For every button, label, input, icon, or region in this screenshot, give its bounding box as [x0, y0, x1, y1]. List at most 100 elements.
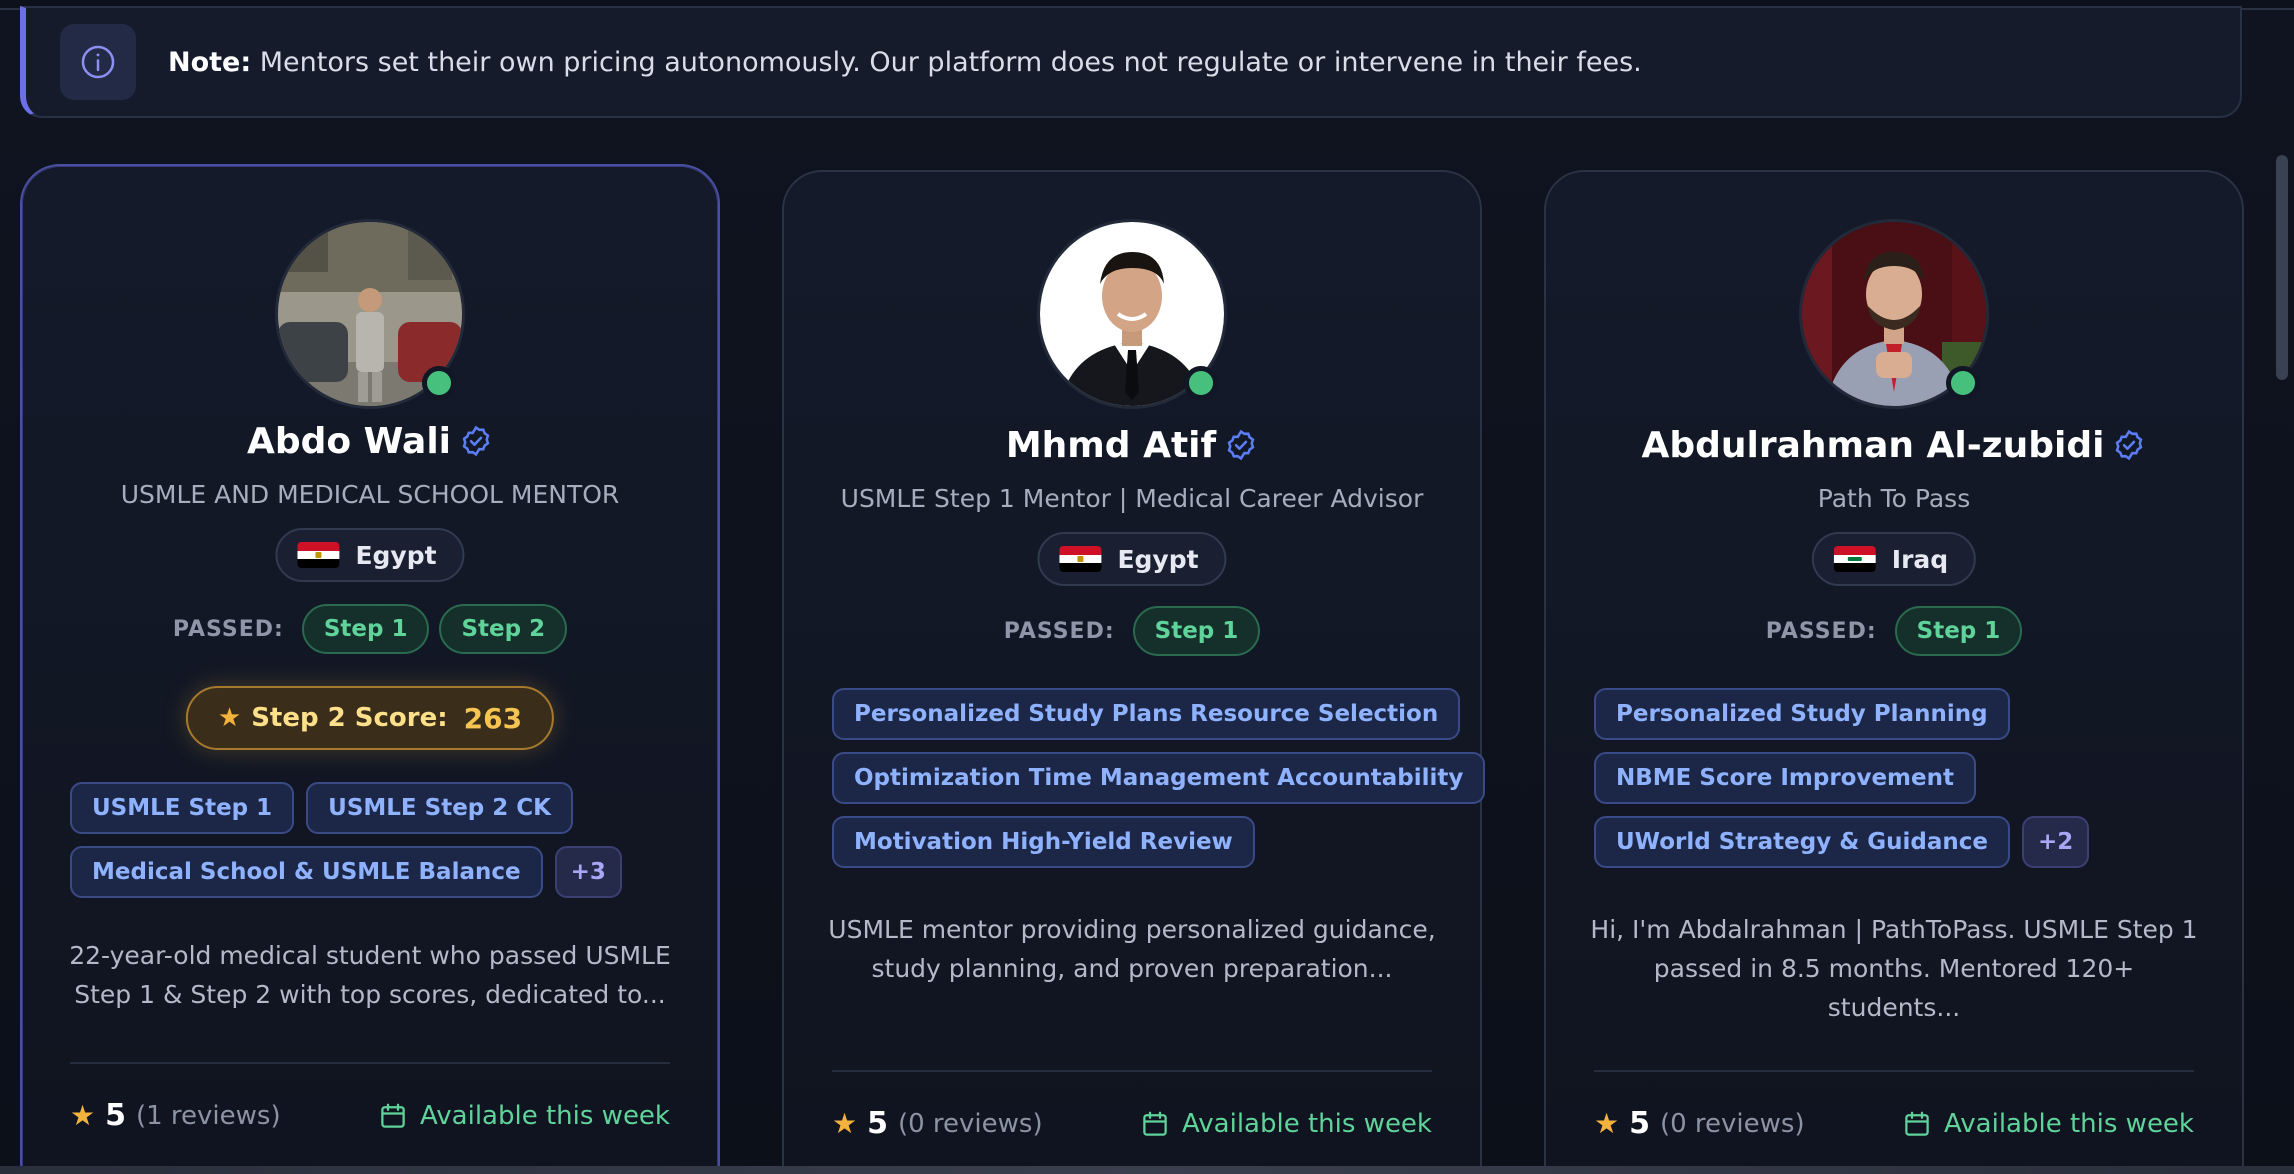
passed-steps: PASSED: Step 1 Step 2: [22, 604, 718, 654]
note-text: Note: Mentors set their own pricing auto…: [168, 47, 1642, 78]
mentor-name[interactable]: Mhmd Atif: [1006, 425, 1216, 466]
star-icon: ★: [832, 1107, 858, 1140]
bio-line: USMLE mentor providing personalized guid…: [828, 915, 1436, 944]
passed-label: PASSED:: [1765, 618, 1877, 644]
score-badge: ★ Step 2 Score: 263: [185, 686, 555, 750]
online-status-indicator: [422, 366, 456, 400]
score-label: Step 2 Score:: [251, 703, 448, 733]
mentor-card-abdo-wali[interactable]: Abdo Wali USMLE AND MEDICAL SCHOOL MENTO…: [20, 164, 720, 1174]
card-divider: [1594, 1070, 2194, 1072]
specialty-tags: Personalized Study Plans Resource Select…: [832, 688, 1486, 868]
passed-step-chip: Step 1: [301, 604, 430, 654]
mentor-title: USMLE AND MEDICAL SCHOOL MENTOR: [120, 480, 620, 509]
scrollbar-thumb[interactable]: [2276, 155, 2288, 380]
iraq-flag-icon: [1833, 546, 1876, 572]
specialty-tag: NBME Score Improvement: [1594, 752, 1976, 804]
availability: Available this week: [1902, 1109, 2194, 1139]
bottom-edge: [0, 1166, 2294, 1174]
specialty-tag: Personalized Study Plans Resource Select…: [832, 688, 1461, 740]
verified-badge-icon: [1227, 429, 1255, 461]
card-footer: ★ 5 (1 reviews) Available this week: [70, 1098, 670, 1133]
specialty-tag: USMLE Step 2 CK: [306, 782, 573, 834]
star-icon: ★: [1594, 1107, 1620, 1140]
reviews-count[interactable]: (1 reviews): [136, 1101, 281, 1131]
rating: ★ 5 (0 reviews): [832, 1106, 1043, 1141]
online-status-indicator: [1946, 366, 1980, 400]
card-footer: ★ 5 (0 reviews) Available this week: [1594, 1106, 2194, 1141]
avatar-wrap: [278, 222, 462, 406]
calendar-icon: [1905, 1111, 1929, 1136]
passed-steps: PASSED: Step 1: [784, 606, 1480, 656]
country-name: Egypt: [1117, 544, 1199, 574]
specialty-tag: UWorld Strategy & Guidance: [1594, 816, 2010, 868]
bio-line: Step 1 & Step 2 with top scores, dedicat…: [74, 980, 666, 1009]
mentor-card-abdulrahman-al-zubidi[interactable]: Abdulrahman Al-zubidi Path To Pass Iraq …: [1544, 170, 2244, 1174]
specialty-tags: Personalized Study Planning NBME Score I…: [1594, 688, 2194, 868]
card-footer: ★ 5 (0 reviews) Available this week: [832, 1106, 1432, 1141]
avatar-wrap: [1040, 222, 1224, 406]
star-icon: ★: [217, 703, 242, 733]
bio-line: 22-year-old medical student who passed U…: [69, 941, 671, 970]
passed-label: PASSED:: [1003, 618, 1115, 644]
country-name: Iraq: [1891, 544, 1949, 574]
mentor-title: USMLE Step 1 Mentor | Medical Career Adv…: [840, 484, 1424, 513]
star-icon: ★: [70, 1099, 96, 1132]
mentor-name-row: Abdulrahman Al-zubidi: [1546, 425, 2242, 466]
note-body: Mentors set their own pricing autonomous…: [251, 46, 1642, 78]
passed-step-chip: Step 1: [1132, 606, 1261, 656]
bio-line: Hi, I'm Abdalrahman | PathToPass. USMLE …: [1590, 915, 2198, 944]
availability-text: Available this week: [1182, 1108, 1432, 1139]
specialty-tags: USMLE Step 1 USMLE Step 2 CK Medical Sch…: [70, 782, 670, 898]
mentor-card-mhmd-atif[interactable]: Mhmd Atif USMLE Step 1 Mentor | Medical …: [782, 170, 1486, 1174]
passed-step-chip: Step 1: [1894, 606, 2023, 656]
country-name: Egypt: [355, 540, 437, 570]
bio-line: study planning, and proven preparation..…: [871, 954, 1393, 983]
mentor-bio: Hi, I'm Abdalrahman | PathToPass. USMLE …: [1586, 910, 2202, 1027]
rating: ★ 5 (0 reviews): [1594, 1106, 1805, 1141]
egypt-flag-icon: [297, 542, 340, 568]
card-divider: [832, 1070, 1432, 1072]
verified-badge-icon: [462, 425, 490, 457]
country-badge: Egypt: [1037, 532, 1227, 586]
availability-text: Available this week: [1944, 1108, 2194, 1139]
mentor-name-row: Mhmd Atif: [784, 425, 1480, 466]
mentor-name-row: Abdo Wali: [22, 421, 718, 462]
specialty-tag: Motivation High-Yield Review: [832, 816, 1255, 868]
avatar-wrap: [1802, 222, 1986, 406]
info-icon: [60, 24, 136, 100]
mentor-name[interactable]: Abdulrahman Al-zubidi: [1642, 425, 2105, 466]
verified-badge-icon: [2116, 429, 2143, 461]
rating-value: 5: [867, 1106, 888, 1141]
country-badge: Egypt: [275, 528, 465, 582]
bio-line: passed in 8.5 months. Mentored 120+ stud…: [1653, 954, 2135, 1022]
card-divider: [70, 1062, 670, 1064]
pricing-note-banner: Note: Mentors set their own pricing auto…: [20, 6, 2242, 118]
country-badge: Iraq: [1811, 532, 1977, 586]
reviews-count[interactable]: (0 reviews): [898, 1109, 1043, 1139]
reviews-count[interactable]: (0 reviews): [1660, 1109, 1805, 1139]
mentor-title: Path To Pass: [1817, 484, 1971, 513]
more-tags-button[interactable]: +3: [554, 846, 622, 898]
rating-value: 5: [105, 1098, 126, 1133]
egypt-flag-icon: [1059, 546, 1102, 572]
note-prefix: Note:: [168, 46, 252, 78]
mentor-listing-page: Note: Mentors set their own pricing auto…: [0, 0, 2294, 1174]
specialty-tag: Personalized Study Planning: [1594, 688, 2010, 740]
availability: Available this week: [1140, 1109, 1432, 1139]
rating: ★ 5 (1 reviews): [70, 1098, 281, 1133]
mentor-bio: 22-year-old medical student who passed U…: [62, 936, 678, 1014]
passed-label: PASSED:: [172, 616, 284, 642]
specialty-tag: Optimization Time Management Accountabil…: [832, 752, 1486, 804]
rating-value: 5: [1629, 1106, 1650, 1141]
availability-text: Available this week: [420, 1100, 670, 1131]
calendar-icon: [1143, 1111, 1167, 1136]
mentor-bio: USMLE mentor providing personalized guid…: [824, 910, 1440, 988]
availability: Available this week: [378, 1101, 670, 1131]
score-value: 263: [463, 701, 523, 735]
mentor-name[interactable]: Abdo Wali: [247, 421, 451, 462]
more-tags-button[interactable]: +2: [2022, 816, 2090, 868]
passed-steps: PASSED: Step 1: [1546, 606, 2242, 656]
passed-step-chip: Step 2: [439, 604, 568, 654]
calendar-icon: [381, 1103, 405, 1128]
online-status-indicator: [1184, 366, 1218, 400]
